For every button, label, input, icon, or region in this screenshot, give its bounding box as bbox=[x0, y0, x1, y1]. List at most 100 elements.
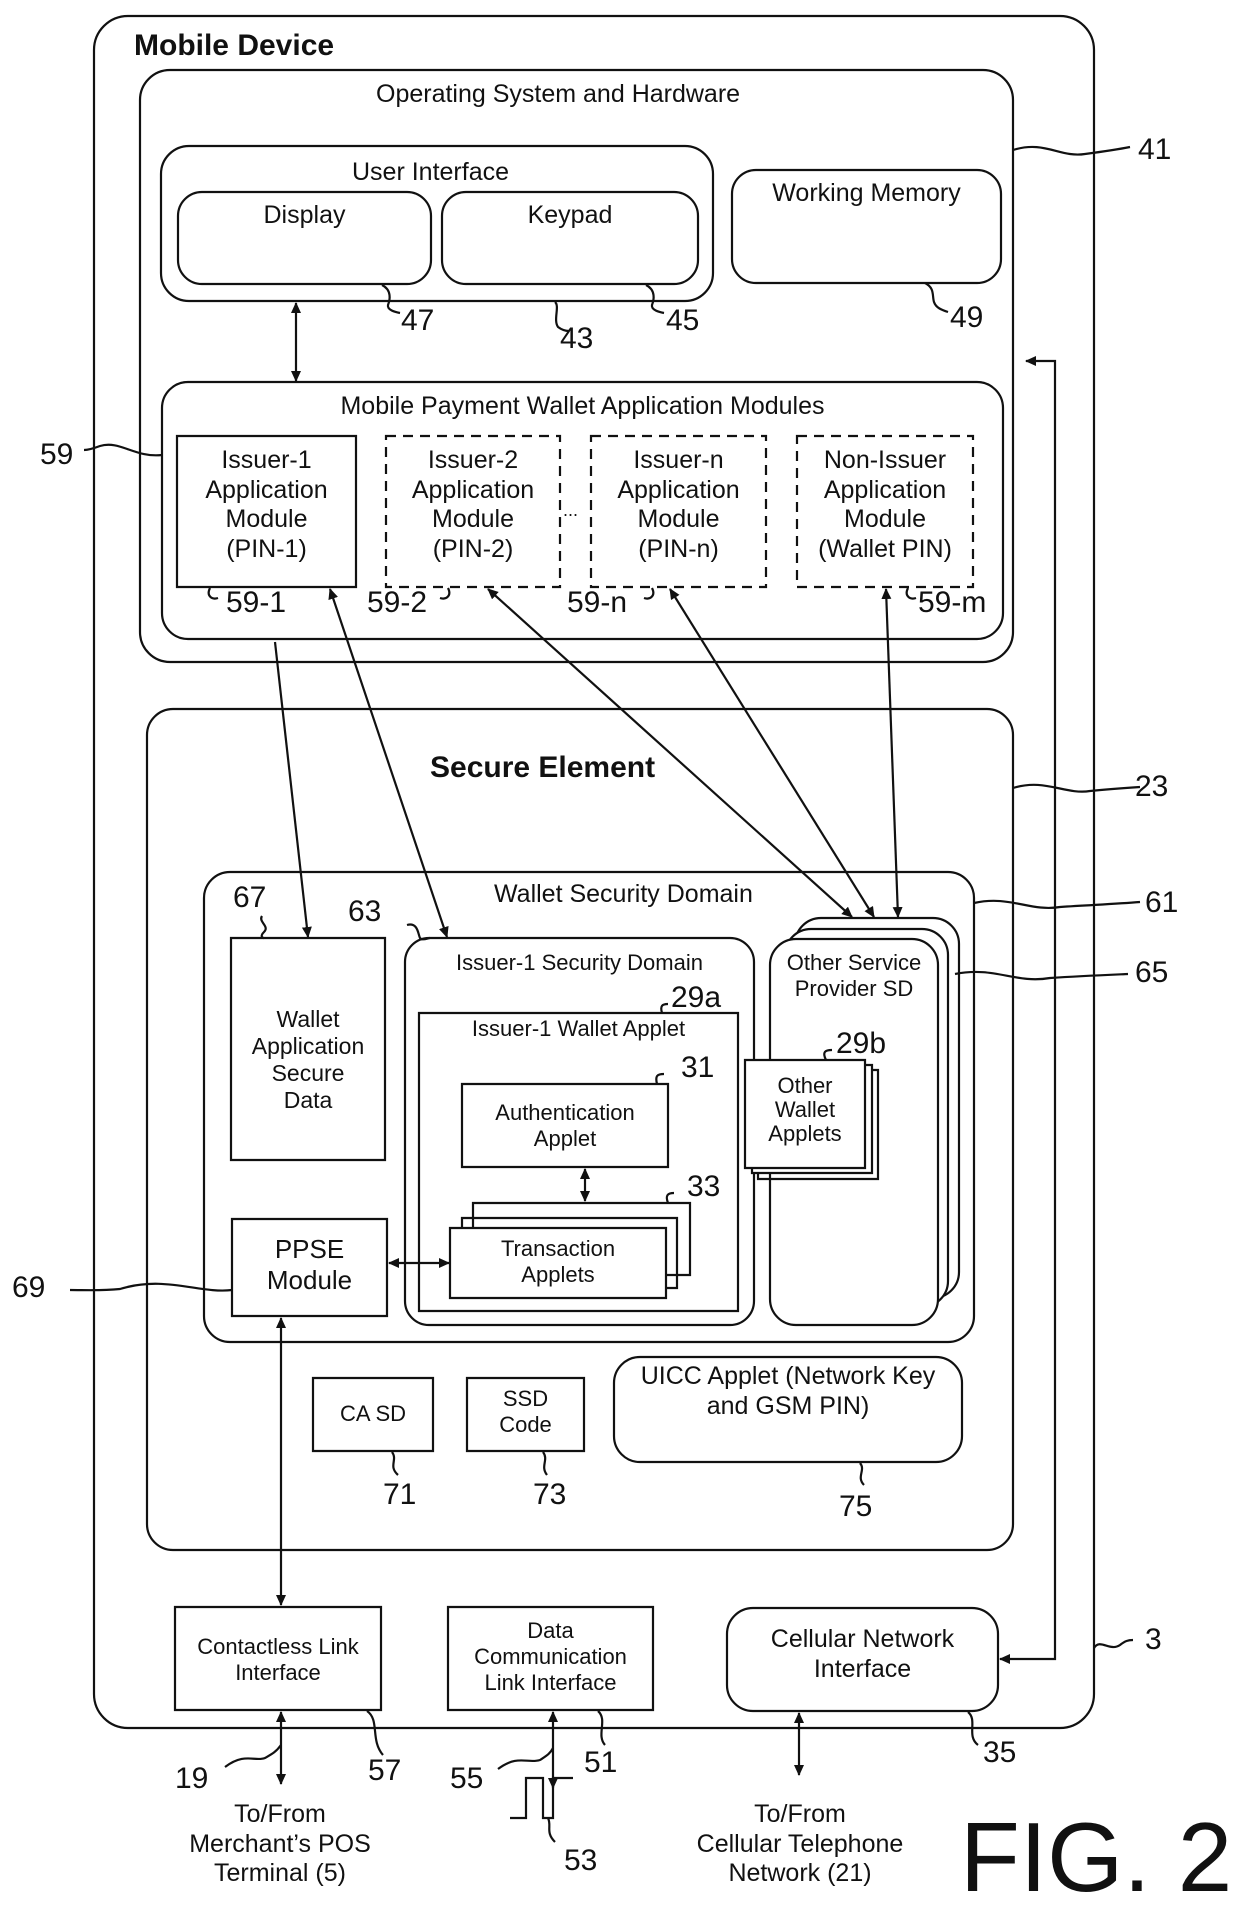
data-comm-line: Data bbox=[527, 1618, 574, 1643]
ref-55: 55 bbox=[450, 1762, 484, 1795]
ref-49: 49 bbox=[950, 301, 984, 334]
module-line: (PIN-2) bbox=[432, 534, 514, 563]
leader-33 bbox=[667, 1193, 674, 1203]
ref-31: 31 bbox=[681, 1051, 715, 1084]
leader-59-2 bbox=[440, 588, 449, 599]
module-line: (PIN-n) bbox=[638, 534, 719, 563]
data-comm-line: Communication bbox=[474, 1643, 627, 1669]
mobile-device-title: Mobile Device bbox=[134, 29, 335, 62]
leader-29a bbox=[661, 1004, 668, 1013]
cellular-destination-line: Network (21) bbox=[728, 1859, 872, 1887]
module-line: Issuer-1 bbox=[221, 446, 312, 474]
module-line: (PIN-1) bbox=[226, 534, 307, 563]
leader-67 bbox=[261, 916, 266, 938]
leader-59 bbox=[84, 445, 162, 456]
ref-57: 57 bbox=[368, 1754, 402, 1787]
display-label: Display bbox=[263, 201, 346, 229]
module-non-issuer: Non-Issuer Application Module (Wallet PI… bbox=[797, 446, 973, 564]
wallet-applet-title: Issuer-1 Wallet Applet bbox=[471, 1016, 686, 1041]
ref-19: 19 bbox=[175, 1762, 209, 1795]
cellular-destination-line: Cellular Telephone bbox=[696, 1829, 904, 1858]
ref-71: 71 bbox=[383, 1478, 417, 1511]
leader-55 bbox=[498, 1748, 553, 1769]
ref-69: 69 bbox=[12, 1271, 46, 1304]
other-sp-sd-line: Provider SD bbox=[794, 975, 914, 1001]
ssd-code-label: SSD Code bbox=[467, 1386, 584, 1438]
cellular-line: Cellular Network bbox=[770, 1625, 955, 1653]
module-line: Module bbox=[225, 505, 308, 533]
auth-applet-line: Applet bbox=[533, 1125, 597, 1151]
secure-data-line: Application bbox=[251, 1033, 365, 1060]
uicc-applet-line: UICC Applet (Network Key bbox=[640, 1362, 936, 1390]
leader-59-n bbox=[644, 588, 653, 599]
figure-label: FIG. 2 bbox=[960, 1802, 1233, 1912]
module-line: (Wallet PIN) bbox=[818, 534, 952, 563]
leader-23 bbox=[1013, 785, 1140, 792]
os-hardware-frame bbox=[140, 70, 1013, 662]
module-issuer-1: Issuer-1 Application Module (PIN-1) bbox=[177, 446, 356, 564]
ref-35: 35 bbox=[983, 1736, 1017, 1769]
pos-destination-line: Terminal (5) bbox=[214, 1859, 346, 1887]
leader-3 bbox=[1094, 1640, 1133, 1648]
uicc-applet-label: UICC Applet (Network Key and GSM PIN) bbox=[614, 1362, 962, 1421]
secure-data-line: Secure bbox=[271, 1060, 345, 1087]
os-hardware-title: Operating System and Hardware bbox=[376, 80, 741, 108]
contactless-line: Contactless Link bbox=[197, 1634, 359, 1659]
leader-53 bbox=[548, 1818, 555, 1842]
leader-31 bbox=[656, 1074, 664, 1084]
ppse-label: PPSE Module bbox=[232, 1234, 387, 1295]
wallet-security-domain-title: Wallet Security Domain bbox=[494, 880, 753, 908]
leader-59-m bbox=[907, 588, 916, 599]
pos-destination-label: To/From Merchant’s POS Terminal (5) bbox=[160, 1800, 400, 1889]
other-sp-sd-line: Other Service bbox=[786, 950, 922, 975]
ref-59: 59 bbox=[40, 438, 74, 471]
ppse-line: PPSE bbox=[274, 1234, 345, 1264]
working-memory-label: Working Memory bbox=[772, 179, 961, 207]
ref-59-m: 59-m bbox=[918, 586, 987, 619]
leader-71 bbox=[392, 1452, 398, 1475]
module-line: Issuer-n bbox=[633, 446, 724, 474]
module-line: Application bbox=[411, 475, 535, 504]
leader-47 bbox=[382, 285, 400, 313]
ref-45: 45 bbox=[666, 304, 700, 337]
leader-19 bbox=[225, 1745, 281, 1767]
pos-destination-line: Merchant’s POS bbox=[189, 1829, 371, 1858]
auth-applet-label: Authentication Applet bbox=[462, 1100, 668, 1152]
signal-pulse-icon bbox=[510, 1778, 573, 1818]
leader-73 bbox=[543, 1452, 547, 1475]
ref-29a: 29a bbox=[671, 981, 722, 1014]
secure-data-line: Wallet bbox=[276, 1006, 340, 1032]
ref-43: 43 bbox=[560, 322, 594, 355]
leader-57 bbox=[367, 1711, 383, 1755]
leader-75 bbox=[860, 1463, 864, 1485]
other-applets-line: Wallet bbox=[774, 1097, 836, 1123]
ref-3: 3 bbox=[1145, 1623, 1162, 1656]
leader-65 bbox=[955, 972, 1128, 979]
auth-applet-line: Authentication bbox=[495, 1100, 635, 1125]
contactless-line: Interface bbox=[235, 1659, 321, 1685]
module-line: Application bbox=[205, 475, 328, 504]
data-comm-label: Data Communication Link Interface bbox=[448, 1618, 653, 1696]
module-line: Module bbox=[844, 505, 926, 533]
ref-33: 33 bbox=[687, 1170, 721, 1203]
module-line: Module bbox=[432, 505, 514, 533]
wallet-modules-title: Mobile Payment Wallet Application Module… bbox=[340, 392, 825, 420]
cellular-label: Cellular Network Interface bbox=[727, 1625, 998, 1684]
leader-41 bbox=[1013, 147, 1130, 155]
pos-destination-line: To/From bbox=[234, 1800, 326, 1828]
other-sp-sd-label: Other Service Provider SD bbox=[770, 950, 938, 1002]
ref-67: 67 bbox=[233, 881, 267, 914]
module-line: Non-Issuer bbox=[823, 446, 947, 474]
ref-47: 47 bbox=[401, 304, 435, 337]
ref-53: 53 bbox=[564, 1844, 598, 1877]
other-applets-line: Other bbox=[777, 1073, 833, 1098]
ref-73: 73 bbox=[533, 1478, 567, 1511]
ref-51: 51 bbox=[584, 1746, 618, 1779]
leader-61 bbox=[974, 901, 1140, 908]
data-comm-line: Link Interface bbox=[484, 1669, 617, 1695]
ssd-code-line: Code bbox=[499, 1411, 552, 1437]
arrow-os-to-cellular bbox=[999, 356, 1055, 1664]
module-line: Application bbox=[823, 475, 947, 504]
module-issuer-2: Issuer-2 Application Module (PIN-2) bbox=[386, 446, 560, 564]
secure-data-label: Wallet Application Secure Data bbox=[231, 1006, 385, 1115]
